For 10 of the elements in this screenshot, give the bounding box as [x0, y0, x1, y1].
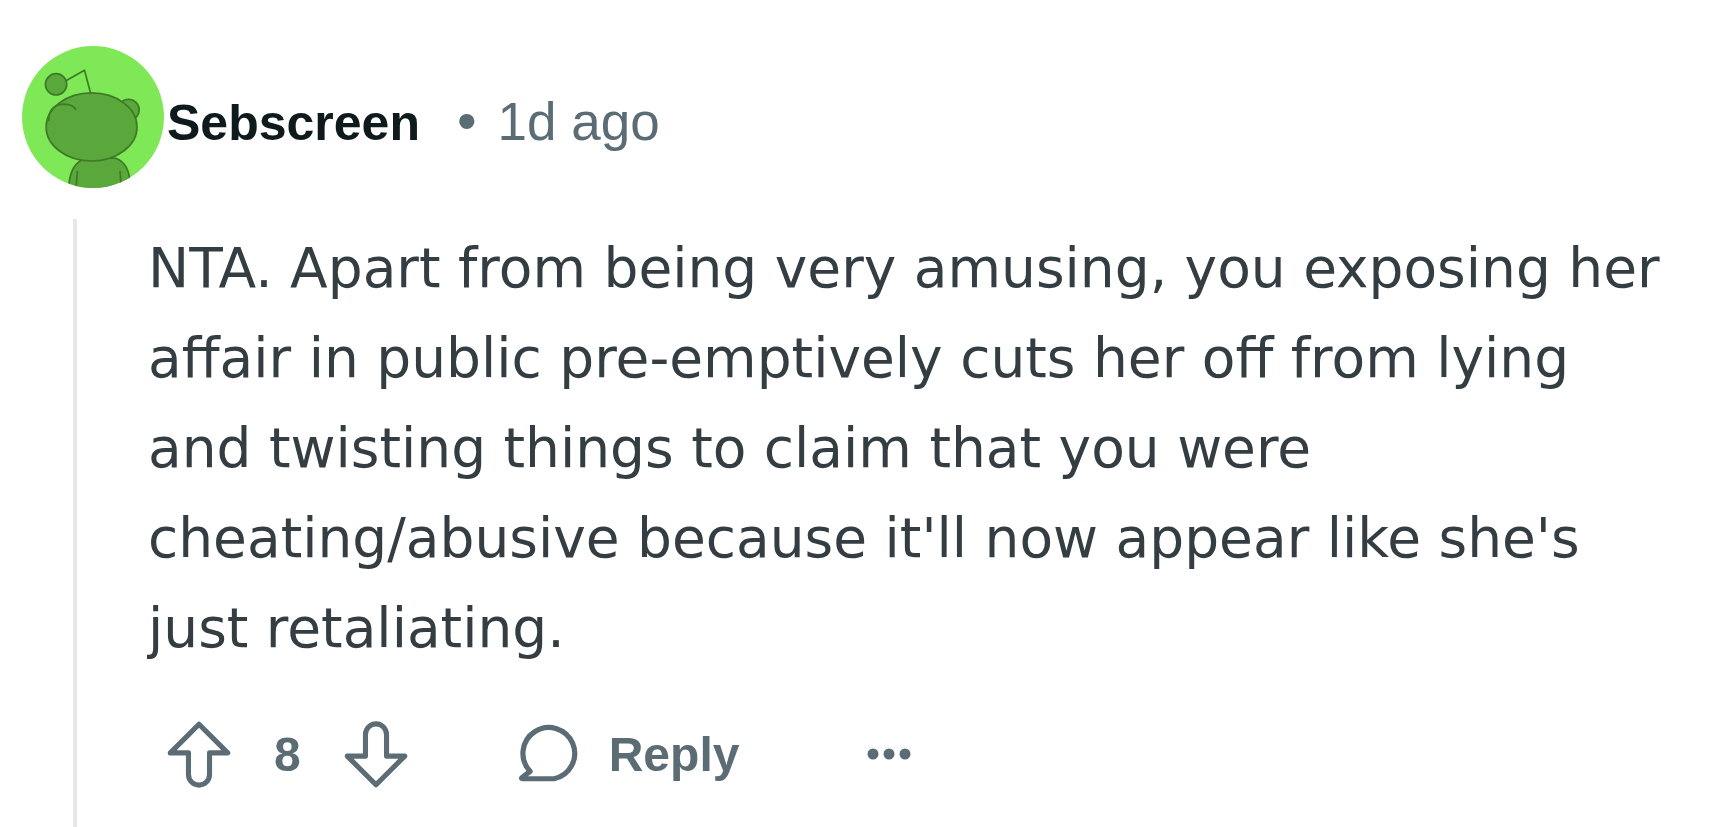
arrow-up-icon[interactable] — [167, 720, 231, 788]
vote-count: 8 — [274, 726, 301, 782]
more-icon[interactable] — [867, 748, 912, 760]
separator-dot: • — [456, 87, 477, 153]
avatar-icon[interactable] — [22, 46, 164, 188]
reply-button[interactable]: Reply — [511, 721, 740, 787]
comment-body: NTA. Apart from being very amusing, you exposing her affair in public pre-emptively cuts her off from lying and twisting things to claim that you were cheating/abusive because it'll now appear like she's just retaliating. — [148, 235, 1661, 662]
timestamp: 1d ago — [497, 90, 660, 152]
arrow-down-icon[interactable] — [343, 720, 408, 788]
username[interactable]: Sebscreen — [167, 93, 420, 152]
